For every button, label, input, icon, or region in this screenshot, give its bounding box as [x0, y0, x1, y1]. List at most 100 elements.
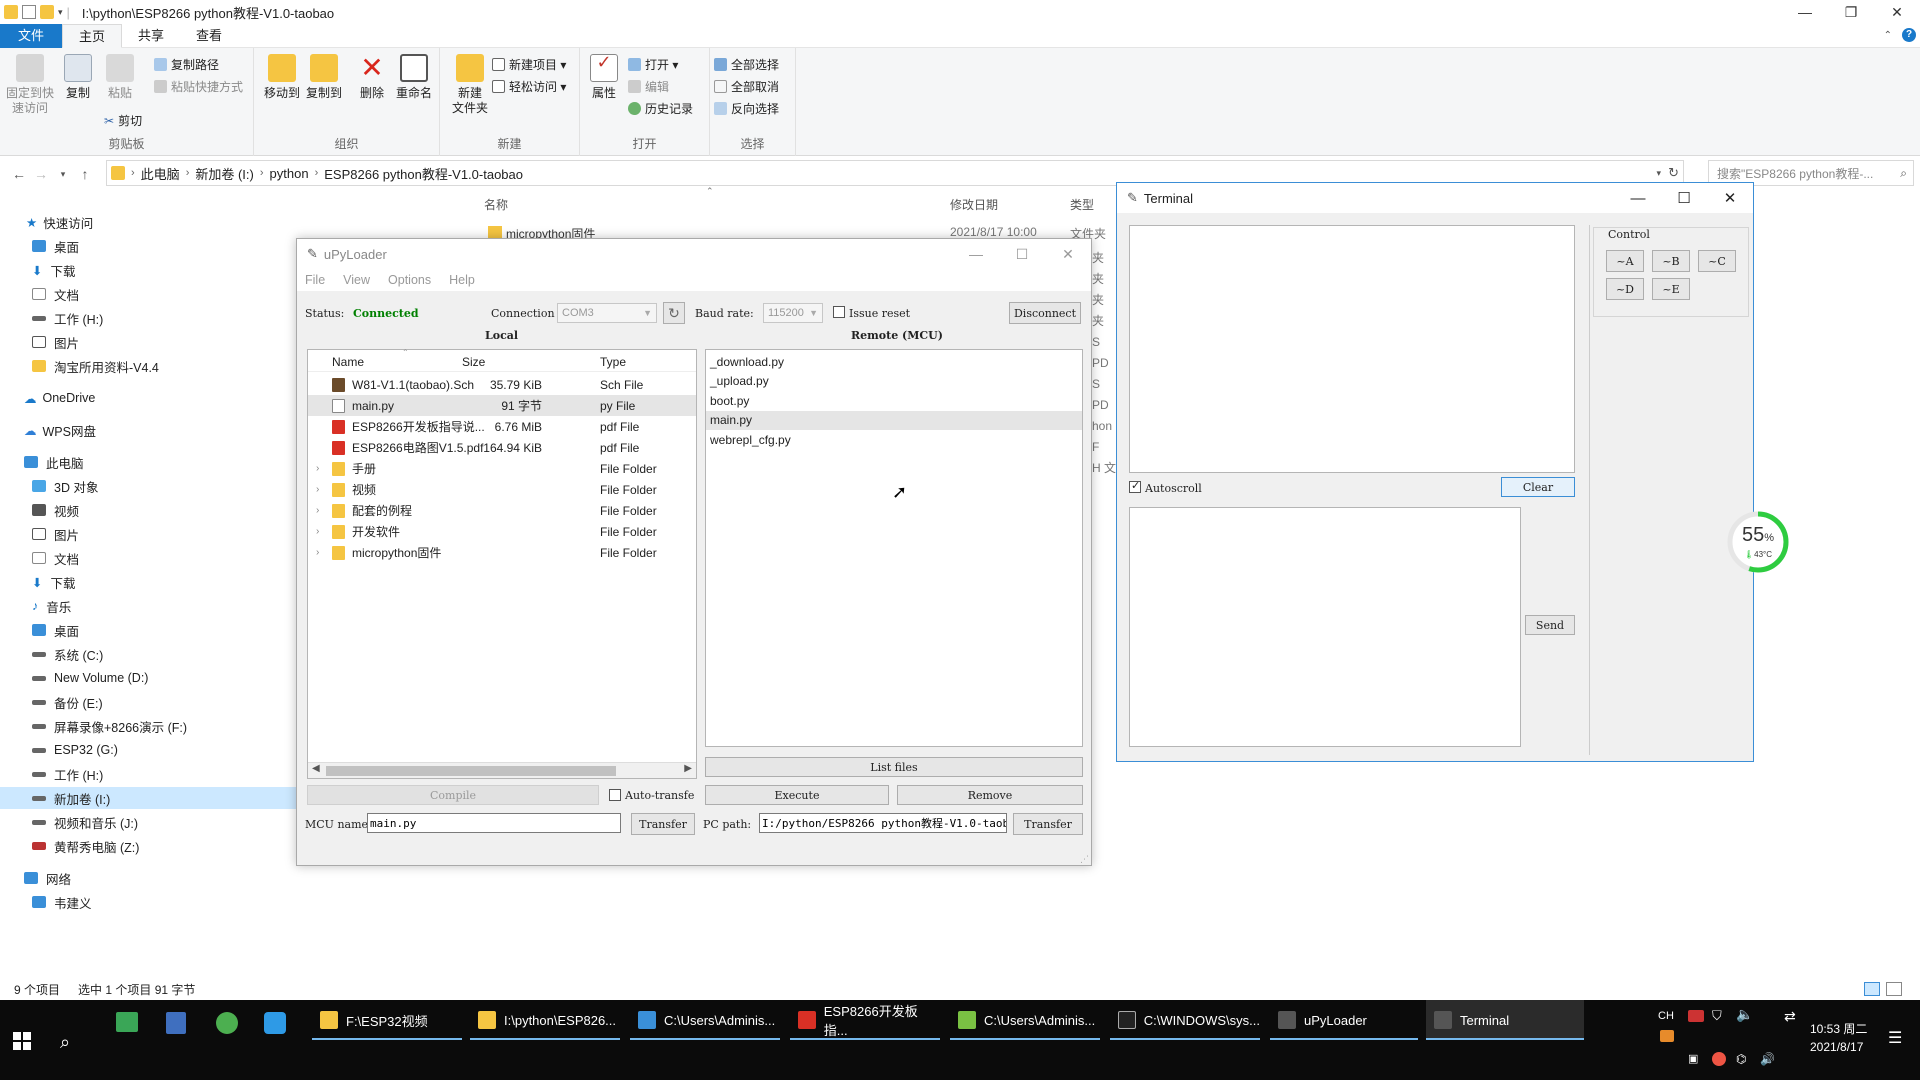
issue-reset-checkbox[interactable]: [833, 306, 845, 318]
move-to-button[interactable]: 移动到: [262, 54, 302, 101]
tab-file[interactable]: 文件: [0, 24, 63, 48]
table-row[interactable]: ESP8266开发板指导说... 6.76 MiB pdf File: [308, 416, 696, 437]
taskbar-item[interactable]: C:\Users\Adminis...: [950, 1000, 1100, 1040]
breadcrumb-current[interactable]: ESP8266 python教程-V1.0-taobao: [324, 164, 523, 183]
nav-onedrive[interactable]: ☁ OneDrive: [0, 387, 296, 409]
terminal-output[interactable]: [1129, 225, 1575, 473]
nav-item-music[interactable]: ♪ 音乐: [0, 595, 296, 617]
minimize-button[interactable]: —: [953, 239, 999, 269]
table-row[interactable]: main.py 91 字节 py File: [308, 395, 696, 416]
copy-to-button[interactable]: 复制到: [304, 54, 344, 101]
column-date-header[interactable]: 修改日期: [950, 196, 998, 213]
paste-shortcut-button[interactable]: 粘贴快捷方式: [154, 78, 243, 95]
connection-select[interactable]: COM3 ▼: [557, 303, 657, 323]
close-button[interactable]: ✕: [1045, 239, 1091, 269]
close-button[interactable]: ✕: [1874, 0, 1920, 24]
nav-network[interactable]: 网络: [0, 867, 296, 889]
list-files-button[interactable]: List files: [705, 757, 1083, 777]
nav-item-drive-e[interactable]: 备份 (E:): [0, 691, 296, 713]
nav-item-downloads[interactable]: ⬇ 下载: [0, 259, 296, 281]
nav-item-drive-j[interactable]: 视频和音乐 (J:): [0, 811, 296, 833]
network-icon[interactable]: ⇄: [1784, 1008, 1796, 1025]
maximize-button[interactable]: ☐: [1661, 183, 1707, 213]
rename-button[interactable]: 重命名: [394, 54, 434, 101]
expand-chevron-icon[interactable]: ›: [316, 484, 319, 495]
taskbar-item[interactable]: uPyLoader: [1270, 1000, 1418, 1040]
nav-item-pictures-pc[interactable]: 图片: [0, 523, 296, 545]
ctrl-a-button[interactable]: ~A: [1606, 250, 1644, 272]
table-row[interactable]: › 开发软件 File Folder: [308, 521, 696, 542]
taskbar-item[interactable]: Terminal: [1426, 1000, 1584, 1040]
wifi-icon[interactable]: ⌬: [1736, 1052, 1746, 1066]
nav-item-drive-h[interactable]: 工作 (H:): [0, 763, 296, 785]
baud-select[interactable]: 115200 ▼: [763, 303, 823, 323]
forward-arrow-icon[interactable]: →: [30, 166, 52, 182]
pin-quick-access-button[interactable]: 固定到快 速访问: [6, 54, 54, 116]
pinned-app-icon-1[interactable]: [116, 1012, 138, 1032]
table-row[interactable]: › 视频 File Folder: [308, 479, 696, 500]
maximize-button[interactable]: ☐: [999, 239, 1045, 269]
easy-access-button[interactable]: 轻松访问 ▾: [492, 78, 566, 95]
recent-locations-icon[interactable]: ▾: [52, 169, 74, 180]
camera-icon[interactable]: ▣: [1688, 1052, 1698, 1065]
nav-item-documents[interactable]: 文档: [0, 283, 296, 305]
pinned-app-icon-2[interactable]: [166, 1012, 186, 1034]
speaker-icon[interactable]: 🔊: [1760, 1052, 1775, 1066]
ctrl-c-button[interactable]: ~C: [1698, 250, 1736, 272]
nav-item-downloads-pc[interactable]: ⬇ 下载: [0, 571, 296, 593]
local-header-type[interactable]: Type: [600, 355, 626, 369]
table-row[interactable]: › 手册 File Folder: [308, 458, 696, 479]
transfer-to-mcu-button[interactable]: Transfer: [631, 813, 695, 835]
select-all-button[interactable]: 全部选择: [714, 56, 779, 73]
ctrl-b-button[interactable]: ~B: [1652, 250, 1690, 272]
edit-button[interactable]: 编辑: [628, 78, 669, 95]
clock-time[interactable]: 10:53 周二: [1810, 1020, 1867, 1037]
search-icon[interactable]: ⌕: [60, 1032, 70, 1053]
minimize-button[interactable]: —: [1615, 183, 1661, 213]
scrollbar-thumb[interactable]: [326, 766, 616, 776]
nav-item-drive-c[interactable]: 系统 (C:): [0, 643, 296, 665]
open-button[interactable]: 打开 ▾: [628, 56, 678, 73]
list-item[interactable]: boot.py: [706, 391, 1082, 410]
tab-share[interactable]: 共享: [122, 24, 180, 48]
breadcrumb-python[interactable]: python: [270, 166, 309, 181]
column-type-header[interactable]: 类型: [1070, 196, 1094, 213]
tab-view[interactable]: 查看: [180, 24, 238, 48]
execute-button[interactable]: Execute: [705, 785, 889, 805]
nav-item-work-h[interactable]: 工作 (H:): [0, 307, 296, 329]
up-arrow-icon[interactable]: ↑: [74, 166, 96, 182]
copy-path-button[interactable]: 复制路径: [154, 56, 219, 73]
refresh-ports-button[interactable]: ↻: [663, 302, 685, 324]
nav-this-pc[interactable]: 此电脑: [0, 451, 296, 473]
autoscroll-checkbox[interactable]: [1129, 479, 1141, 493]
ime-indicator[interactable]: CH: [1658, 1010, 1674, 1022]
nav-item-desktop[interactable]: 桌面: [0, 235, 296, 257]
taskbar-item[interactable]: ESP8266开发板指...: [790, 1000, 940, 1040]
history-button[interactable]: 历史记录: [628, 100, 693, 117]
expand-chevron-icon[interactable]: ›: [316, 505, 319, 516]
tray-app-icon[interactable]: [1688, 1010, 1704, 1022]
properties-button[interactable]: ✓ 属性: [584, 53, 624, 101]
scroll-left-icon[interactable]: ◀: [312, 763, 320, 774]
taskbar-item[interactable]: F:\ESP32视频: [312, 1000, 462, 1040]
shield-icon[interactable]: ⛉: [1712, 1008, 1722, 1024]
taskbar-item[interactable]: C:\Users\Adminis...: [630, 1000, 780, 1040]
search-icon[interactable]: ⌕: [1900, 166, 1907, 181]
nav-item-3d[interactable]: 3D 对象: [0, 475, 296, 497]
delete-button[interactable]: ✕ 删除: [352, 54, 392, 101]
table-row[interactable]: ESP8266电路图V1.5.pdf 164.94 KiB pdf File: [308, 437, 696, 458]
help-icon[interactable]: ?: [1902, 28, 1916, 42]
taskbar-item[interactable]: C:\WINDOWS\sys...: [1110, 1000, 1260, 1040]
menu-file[interactable]: File: [305, 273, 325, 287]
pc-path-input[interactable]: [759, 813, 1007, 833]
list-item[interactable]: webrepl_cfg.py: [706, 430, 1082, 449]
menu-view[interactable]: View: [343, 273, 370, 287]
breadcrumb-drive-i[interactable]: 新加卷 (I:): [195, 164, 254, 183]
tab-home[interactable]: 主页: [62, 24, 123, 48]
table-row[interactable]: › micropython固件 File Folder: [308, 542, 696, 563]
collapse-ribbon-icon[interactable]: ⌃: [1884, 30, 1892, 41]
mcu-name-input[interactable]: [367, 813, 621, 833]
copy-button[interactable]: 复制: [58, 54, 98, 101]
taskbar-item[interactable]: I:\python\ESP826...: [470, 1000, 620, 1040]
new-folder-button[interactable]: 新建 文件夹: [444, 54, 496, 116]
